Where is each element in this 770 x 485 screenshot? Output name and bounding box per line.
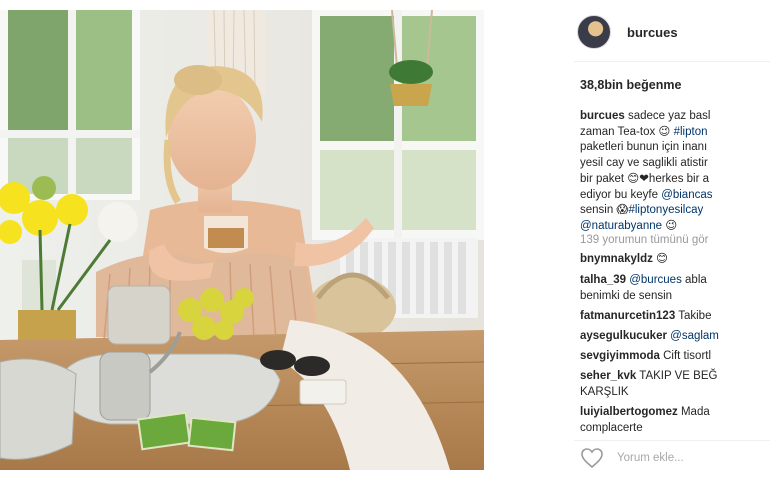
post-sidebar: burcues 38,8bin beğenme burcues sadece y… [566, 0, 770, 485]
post-image [0, 10, 484, 470]
caption-line: @naturabyanne 😉 [580, 219, 678, 232]
comment-bar: Yorum ekle... [580, 447, 684, 469]
divider [574, 61, 770, 62]
avatar[interactable] [577, 15, 611, 49]
divider [574, 440, 770, 441]
post-username[interactable]: burcues [627, 25, 678, 40]
comment-username[interactable]: seher_kvk [580, 370, 636, 382]
hashtag-link[interactable]: #lipton [674, 126, 708, 138]
post-photo[interactable] [0, 10, 484, 470]
post-caption: burcues sadece yaz basl zaman Tea-tox 😉 … [580, 109, 770, 235]
caption-line: ediyor bu keyfe @biancas [580, 188, 713, 201]
likes-count[interactable]: 38,8bin beğenme [580, 78, 681, 92]
view-all-comments-link[interactable]: 139 yorumun tümünü gör [580, 234, 709, 246]
add-comment-input[interactable]: Yorum ekle... [617, 452, 684, 464]
mention-link[interactable]: @biancas [661, 189, 712, 201]
comment-username[interactable]: aysegulkucuker [580, 330, 667, 342]
hashtag-link[interactable]: #liptonyesilcay [628, 204, 703, 216]
mention-link[interactable]: @burcues [629, 274, 682, 286]
comment-username[interactable]: fatmanurcetin123 [580, 310, 675, 322]
comment: luiyialbertogomez Mada complacerte [580, 406, 710, 434]
comment: sevgiyimmoda Cift tisortl [580, 350, 712, 362]
comment-username[interactable]: luiyialbertogomez [580, 406, 678, 418]
mention-link[interactable]: @saglam [670, 330, 719, 342]
mention-link[interactable]: @naturabyanne [580, 220, 662, 232]
caption-line: paketleri bunun için inanı [580, 141, 708, 154]
post-header: burcues [566, 14, 770, 50]
comment: talha_39 @burcues abla benimki de sensin [580, 274, 707, 302]
comment: aysegulkucuker @saglam [580, 329, 770, 345]
comment: bnymnakyldz 😊 [580, 253, 669, 265]
heart-icon[interactable] [580, 447, 604, 469]
caption-username[interactable]: burcues [580, 110, 625, 122]
comment: seher_kvk TAKIP VE BEĞ KARŞLIK [580, 370, 718, 398]
comment-username[interactable]: bnymnakyldz [580, 253, 653, 265]
caption-line: burcues sadece yaz basl [580, 110, 711, 122]
comment-username[interactable]: talha_39 [580, 274, 626, 286]
caption-line: zaman Tea-tox 😉 #lipton [580, 125, 708, 138]
comment: fatmanurcetin123 Takibe [580, 310, 712, 322]
caption-line: yesil cay ve saglikli atistir [580, 157, 708, 170]
caption-line: bir paket 😊❤herkes bir a [580, 172, 710, 185]
comment-username[interactable]: sevgiyimmoda [580, 350, 660, 362]
caption-line: sensin 😱#liptonyesilcay [580, 204, 704, 217]
